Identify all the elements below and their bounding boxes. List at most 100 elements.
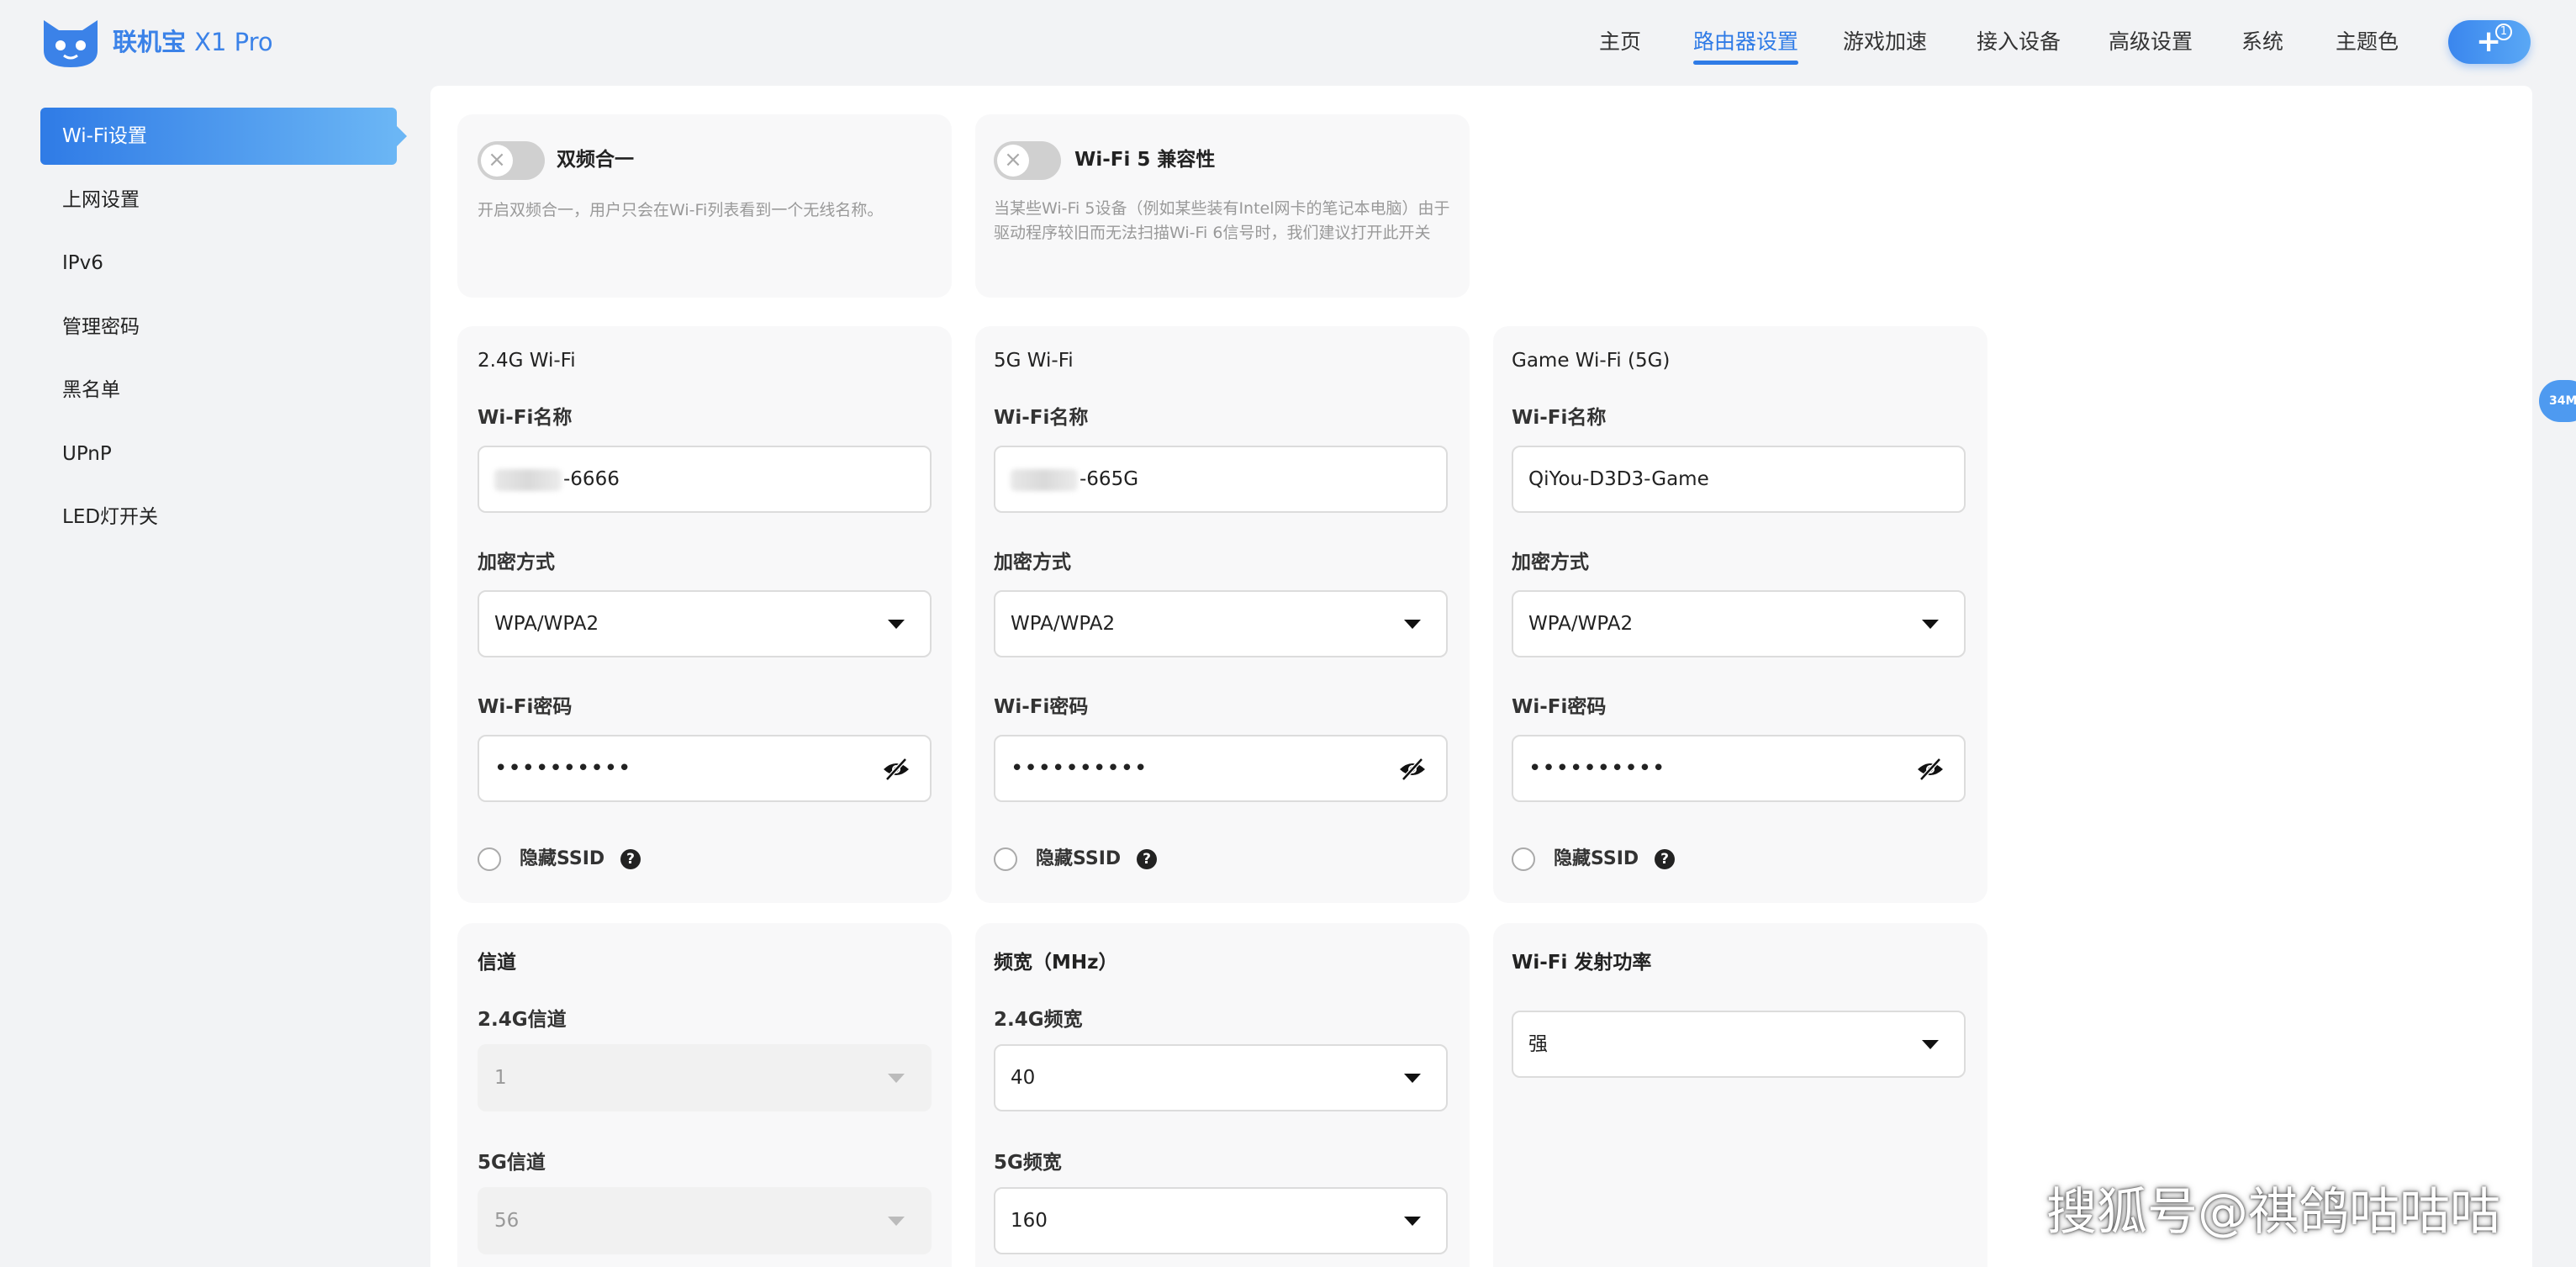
bandwidth-5g-label: 5G频宽 (994, 1152, 1062, 1174)
dual-band-card: × 双频合一 开启双频合一，用户只会在Wi-Fi列表看到一个无线名称。 (457, 114, 952, 298)
encryption-select[interactable]: WPA/WPA2 (1512, 590, 1966, 657)
nav-system[interactable]: 系统 (2241, 25, 2283, 59)
password-value: •••••••••• (494, 756, 632, 781)
add-button[interactable]: + 1 (2448, 20, 2531, 64)
hide-ssid-radio[interactable] (994, 847, 1017, 871)
hide-ssid-label: 隐藏SSID (1554, 848, 1639, 869)
hide-ssid-radio[interactable] (478, 847, 501, 871)
wifi-password-label: Wi-Fi密码 (1512, 696, 1607, 718)
nav-theme-color[interactable]: 主题色 (2336, 25, 2399, 59)
wifi-name-input[interactable]: QiYou-D3D3-Game (1512, 446, 1966, 513)
wifi5-compat-desc: 当某些Wi-Fi 5设备（例如某些装有Intel网卡的笔记本电脑）由于驱动程序较… (994, 199, 1450, 242)
eye-slash-icon[interactable] (1915, 754, 1945, 784)
encryption-value: WPA/WPA2 (1528, 613, 1634, 635)
caret-down-icon (1404, 1074, 1421, 1083)
wifi-name-value: QiYou-D3D3-Game (1528, 468, 1709, 490)
header: 联机宝 X1 Pro 主页 路由器设置 游戏加速 接入设备 高级设置 系统 主题… (0, 0, 2576, 86)
wifi-password-input[interactable]: •••••••••• (994, 735, 1448, 802)
bandwidth-5g-select[interactable]: 160 (994, 1187, 1448, 1254)
hide-ssid-label: 隐藏SSID (520, 848, 605, 869)
wifi-name-value: -6666 (563, 468, 620, 490)
nav-connected-devices[interactable]: 接入设备 (1977, 25, 2061, 59)
dual-band-title: 双频合一 (557, 149, 634, 171)
wifi-password-input[interactable]: •••••••••• (478, 735, 932, 802)
password-value: •••••••••• (1528, 756, 1666, 781)
bandwidth-card: 频宽（MHz） 2.4G频宽 40 5G频宽 160 (975, 923, 1470, 1267)
channel-card: 信道 2.4G信道 1 5G信道 56 (457, 923, 952, 1267)
x-icon: × (997, 145, 1029, 177)
sidebar-item-upnp[interactable]: UPnP (40, 425, 397, 483)
channel-24g-select[interactable]: 1 (478, 1044, 932, 1111)
encryption-label: 加密方式 (994, 552, 1071, 573)
main-panel: × 双频合一 开启双频合一，用户只会在Wi-Fi列表看到一个无线名称。 × Wi… (430, 86, 2532, 1267)
bandwidth-5g-value: 160 (1011, 1210, 1048, 1232)
wifi-name-label: Wi-Fi名称 (994, 407, 1089, 429)
caret-down-icon (1404, 620, 1421, 629)
sidebar-item-ipv6[interactable]: IPv6 (40, 235, 397, 292)
tx-power-select[interactable]: 强 (1512, 1011, 1966, 1078)
caret-down-icon (1404, 1217, 1421, 1226)
caret-down-icon (888, 1074, 905, 1083)
question-icon[interactable]: ? (1137, 849, 1157, 869)
wifi-password-input[interactable]: •••••••••• (1512, 735, 1966, 802)
sidebar-item-blacklist[interactable]: 黑名单 (40, 362, 397, 419)
encryption-label: 加密方式 (1512, 552, 1589, 573)
top-nav: 主页 路由器设置 游戏加速 接入设备 高级设置 系统 主题色 (0, 25, 2576, 76)
encryption-select[interactable]: WPA/WPA2 (994, 590, 1448, 657)
channel-title: 信道 (478, 952, 516, 974)
channel-5g-label: 5G信道 (478, 1152, 546, 1174)
caret-down-icon (888, 620, 905, 629)
wifi5-compat-title: Wi-Fi 5 兼容性 (1074, 149, 1216, 171)
blurred-ssid (494, 468, 562, 491)
channel-5g-select[interactable]: 56 (478, 1187, 932, 1254)
wifi-password-label: Wi-Fi密码 (994, 696, 1089, 718)
encryption-value: WPA/WPA2 (494, 613, 599, 635)
bandwidth-24g-value: 40 (1011, 1067, 1036, 1089)
channel-24g-label: 2.4G信道 (478, 1009, 567, 1031)
wifi-name-input[interactable]: -6666 (478, 446, 932, 513)
nav-router-settings[interactable]: 路由器设置 (1693, 25, 1799, 65)
nav-home[interactable]: 主页 (1599, 25, 1641, 59)
sidebar-item-wifi-settings[interactable]: Wi-Fi设置 (40, 108, 407, 165)
card-title: 5G Wi-Fi (994, 350, 1074, 372)
bandwidth-24g-select[interactable]: 40 (994, 1044, 1448, 1111)
dual-band-desc: 开启双频合一，用户只会在Wi-Fi列表看到一个无线名称。 (478, 201, 884, 219)
wifi5-compat-toggle[interactable]: × (994, 141, 1061, 180)
wifi-name-value: -665G (1079, 468, 1139, 490)
question-icon[interactable]: ? (620, 849, 641, 869)
tx-power-value: 强 (1528, 1033, 1548, 1055)
wifi-name-label: Wi-Fi名称 (478, 407, 573, 429)
wifi-24g-card: 2.4G Wi-Fi Wi-Fi名称 -6666 加密方式 WPA/WPA2 W… (457, 326, 952, 903)
dual-band-toggle[interactable]: × (478, 141, 545, 180)
eye-slash-icon[interactable] (881, 754, 911, 784)
card-title: Game Wi-Fi (5G) (1512, 350, 1671, 372)
sidebar-item-internet-settings[interactable]: 上网设置 (40, 172, 397, 229)
wifi-game-card: Game Wi-Fi (5G) Wi-Fi名称 QiYou-D3D3-Game … (1493, 326, 1987, 903)
bandwidth-24g-label: 2.4G频宽 (994, 1009, 1083, 1031)
caret-down-icon (1922, 1040, 1939, 1049)
encryption-label: 加密方式 (478, 552, 555, 573)
hide-ssid-label: 隐藏SSID (1036, 848, 1122, 869)
question-icon[interactable]: ? (1655, 849, 1675, 869)
eye-slash-icon[interactable] (1397, 754, 1428, 784)
password-value: •••••••••• (1011, 756, 1148, 781)
tx-power-card: Wi-Fi 发射功率 强 (1493, 923, 1987, 1267)
nav-game-boost[interactable]: 游戏加速 (1843, 25, 1927, 59)
x-icon: × (481, 145, 513, 177)
encryption-value: WPA/WPA2 (1011, 613, 1116, 635)
bandwidth-title: 频宽（MHz） (994, 952, 1118, 974)
sidebar-item-led-switch[interactable]: LED灯开关 (40, 488, 397, 546)
wifi-name-input[interactable]: -665G (994, 446, 1448, 513)
caret-down-icon (888, 1217, 905, 1226)
wifi-name-label: Wi-Fi名称 (1512, 407, 1607, 429)
watermark: 搜狐号@祺鸽咕咕咕 (2046, 1183, 2500, 1242)
channel-5g-value: 56 (494, 1210, 520, 1232)
hide-ssid-radio[interactable] (1512, 847, 1535, 871)
wifi-5g-card: 5G Wi-Fi Wi-Fi名称 -665G 加密方式 WPA/WPA2 Wi-… (975, 326, 1470, 903)
encryption-select[interactable]: WPA/WPA2 (478, 590, 932, 657)
speed-edge-tab[interactable]: 34M (2539, 380, 2576, 422)
sidebar-item-admin-password[interactable]: 管理密码 (40, 298, 397, 356)
card-title: 2.4G Wi-Fi (478, 350, 576, 372)
nav-advanced-settings[interactable]: 高级设置 (2109, 25, 2193, 59)
wifi5-compat-card: × Wi-Fi 5 兼容性 当某些Wi-Fi 5设备（例如某些装有Intel网卡… (975, 114, 1470, 298)
